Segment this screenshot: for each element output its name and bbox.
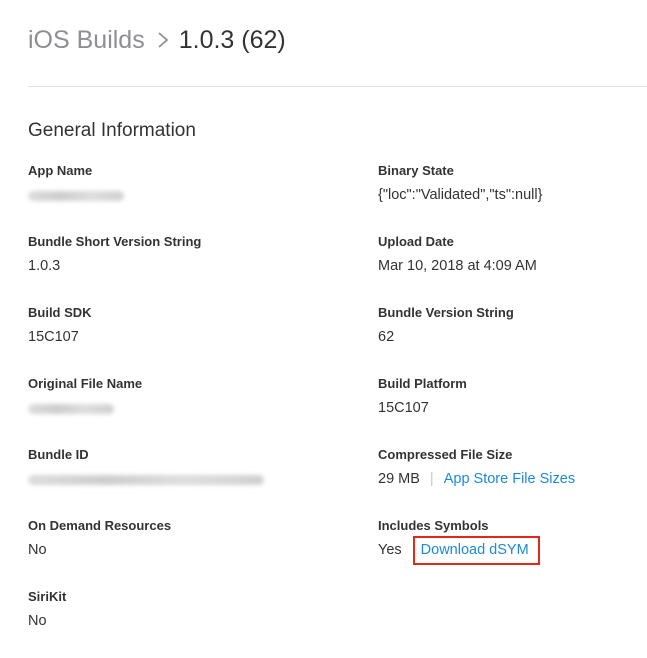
separator: | [429,471,434,487]
upload-date-label: Upload Date [378,234,454,249]
includes-symbols-value: Yes Download dSYM [378,535,638,565]
upload-date-text: Mar 10, 2018 at 4:09 AM [378,258,537,274]
build-sdk-label: Build SDK [28,305,92,320]
breadcrumb-ios-builds-link[interactable]: iOS Builds [28,24,145,56]
bundle-version-value: 62 [378,326,638,348]
build-platform-label: Build Platform [378,376,467,391]
section-title: General Information [28,120,196,141]
header-divider [28,86,647,87]
compressed-file-size-label: Compressed File Size [378,447,513,462]
field-upload-date: Upload Date Mar 10, 2018 at 4:09 AM [378,233,638,277]
bundle-short-version-label: Bundle Short Version String [28,234,202,249]
bundle-id-value [28,468,288,490]
download-dsym-highlight: Download dSYM [412,535,540,565]
field-on-demand-resources: On Demand Resources No [28,517,288,561]
field-sirikit: SiriKit No [28,588,288,632]
redacted-value [28,475,264,485]
redacted-value [28,191,124,201]
includes-symbols-text: Yes [378,542,402,558]
binary-state-text: {"loc":"Validated","ts":null} [378,187,543,203]
on-demand-resources-text: No [28,542,47,558]
bundle-version-label: Bundle Version String [378,305,514,320]
sirikit-text: No [28,613,47,629]
compressed-file-size-text: 29 MB [378,471,420,487]
field-build-sdk: Build SDK 15C107 [28,304,288,348]
build-platform-value: 15C107 [378,397,638,419]
app-store-file-sizes-link[interactable]: App Store File Sizes [444,468,575,490]
breadcrumb-current-build: 1.0.3 (62) [178,26,286,54]
bundle-version-text: 62 [378,329,395,345]
binary-state-label: Binary State [378,163,454,178]
bundle-id-label: Bundle ID [28,447,89,462]
binary-state-value: {"loc":"Validated","ts":null} [378,184,638,206]
original-file-name-label: Original File Name [28,376,143,391]
app-name-label: App Name [28,163,93,178]
on-demand-resources-value: No [28,539,288,561]
field-bundle-id: Bundle ID [28,446,288,490]
on-demand-resources-label: On Demand Resources [28,518,172,533]
sirikit-value: No [28,610,288,632]
app-name-value [28,184,288,206]
field-bundle-version: Bundle Version String 62 [378,304,638,348]
compressed-file-size-value: 29 MB | App Store File Sizes [378,468,638,490]
redacted-value [28,404,114,414]
field-build-platform: Build Platform 15C107 [378,375,638,419]
sirikit-label: SiriKit [28,589,67,604]
download-dsym-link[interactable]: Download dSYM [421,542,529,558]
chevron-right-icon [151,24,175,56]
field-bundle-short-version: Bundle Short Version String 1.0.3 [28,233,288,277]
build-sdk-text: 15C107 [28,329,79,345]
bundle-short-version-text: 1.0.3 [28,258,61,274]
field-app-name: App Name [28,162,288,206]
field-includes-symbols: Includes Symbols Yes Download dSYM [378,517,638,565]
breadcrumb: iOS Builds 1.0.3 (62) [28,24,286,56]
bundle-short-version-value: 1.0.3 [28,255,288,277]
field-original-file-name: Original File Name [28,375,288,419]
upload-date-value: Mar 10, 2018 at 4:09 AM [378,255,638,277]
includes-symbols-label: Includes Symbols [378,518,489,533]
build-platform-text: 15C107 [378,400,429,416]
original-file-name-value [28,397,288,419]
field-compressed-file-size: Compressed File Size 29 MB | App Store F… [378,446,638,490]
build-sdk-value: 15C107 [28,326,288,348]
field-binary-state: Binary State {"loc":"Validated","ts":nul… [378,162,638,206]
